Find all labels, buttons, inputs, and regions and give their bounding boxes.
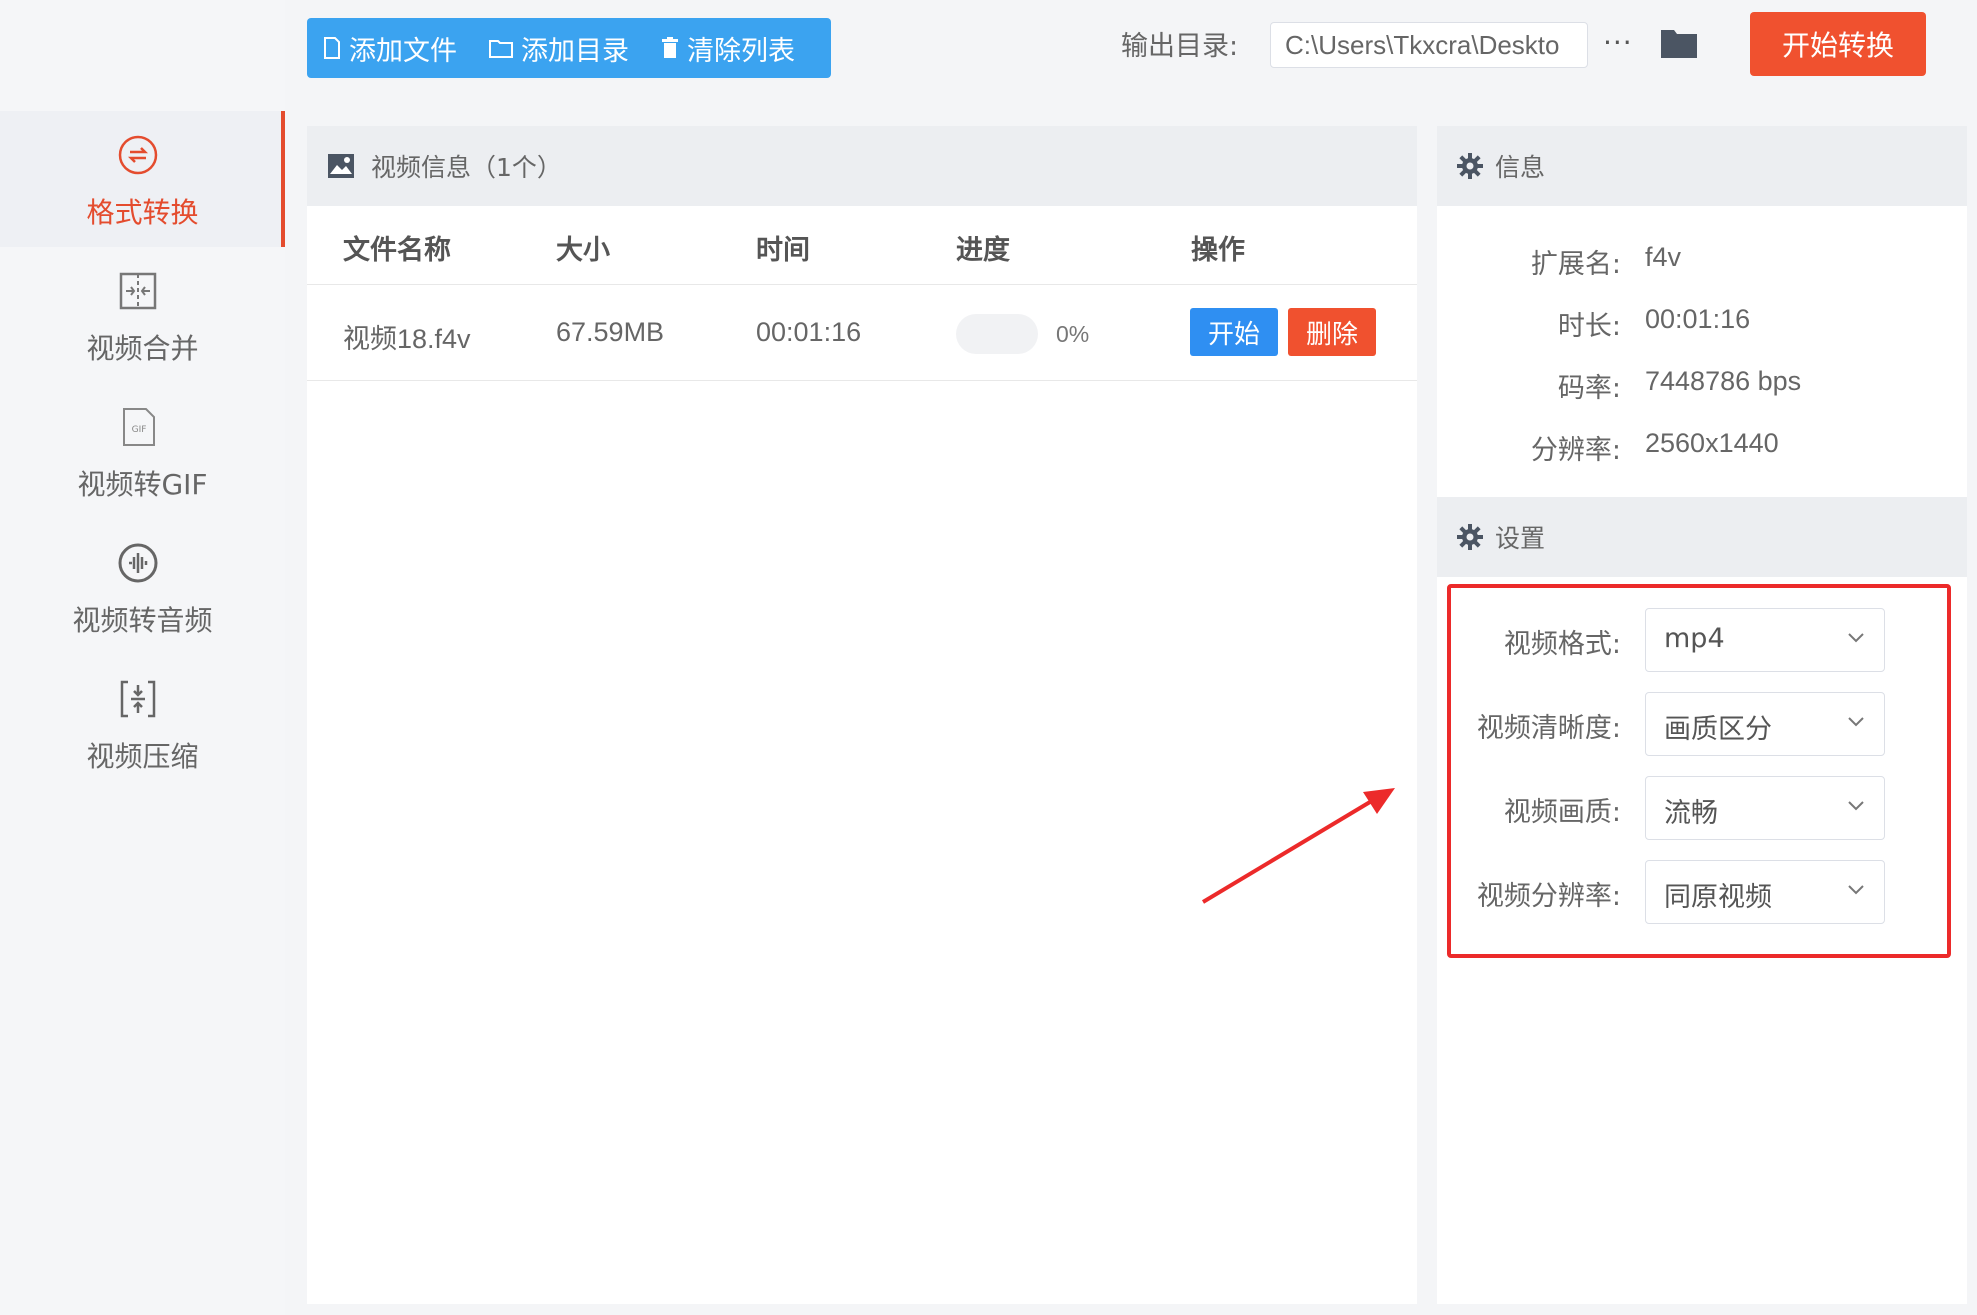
video-info-panel: 视频信息（1个） <box>307 126 1417 1304</box>
col-header-actions: 操作 <box>1191 235 1245 266</box>
clear-list-button[interactable]: 清除列表 <box>645 18 811 78</box>
active-indicator <box>281 111 285 247</box>
info-value-bitrate: 7448786 bps <box>1645 366 1802 396</box>
browse-more-button[interactable]: ··· <box>1603 26 1633 59</box>
nav-label-video-to-gif: 视频转GIF <box>77 468 208 501</box>
nav-label-video-to-audio: 视频转音频 <box>72 604 213 637</box>
nav-item-video-compress[interactable]: 视频压缩 <box>0 655 285 791</box>
info-key-extension: 扩展名: <box>1530 249 1621 280</box>
gear-icon <box>1457 153 1483 179</box>
row-divider <box>307 380 1417 381</box>
nav-label-format-convert: 格式转换 <box>86 196 199 229</box>
nav-label-video-compress: 视频压缩 <box>86 740 199 773</box>
file-time-cell: 00:01:16 <box>756 317 862 347</box>
add-directory-button[interactable]: 添加目录 <box>473 18 645 78</box>
file-size-cell: 67.59MB <box>556 317 665 347</box>
gif-icon: GIF <box>123 408 155 446</box>
output-dir-input[interactable]: C:\Users\Tkxcra\Deskto <box>1270 22 1588 68</box>
info-key-resolution: 分辨率: <box>1530 435 1621 466</box>
folder-icon[interactable] <box>1660 27 1698 59</box>
video-panel-header: 视频信息（1个） <box>307 126 1417 206</box>
svg-text:GIF: GIF <box>132 425 147 435</box>
nav-item-format-convert[interactable]: 格式转换 <box>0 111 285 247</box>
nav-label-video-merge: 视频合并 <box>86 332 199 365</box>
progress-bar <box>956 314 1038 354</box>
nav-item-video-to-audio[interactable]: 视频转音频 <box>0 519 285 655</box>
col-header-size: 大小 <box>556 235 610 266</box>
image-icon <box>328 154 354 178</box>
add-file-label: 添加文件 <box>349 35 457 67</box>
info-key-duration: 时长: <box>1557 311 1621 342</box>
info-panel-title: 信息 <box>1495 153 1546 182</box>
folder-outline-icon <box>489 40 513 58</box>
info-value-resolution: 2560x1440 <box>1645 428 1779 458</box>
video-panel-title: 视频信息（1个） <box>371 153 562 182</box>
info-value-extension: f4v <box>1645 242 1682 272</box>
output-dir-label: 输出目录: <box>1121 31 1239 62</box>
info-panel-header: 信息 <box>1437 126 1967 206</box>
nav-item-video-merge[interactable]: 视频合并 <box>0 247 285 383</box>
settings-panel-title: 设置 <box>1495 524 1546 553</box>
row-delete-button[interactable]: 删除 <box>1288 308 1376 356</box>
merge-icon <box>119 272 157 310</box>
compress-icon <box>120 680 156 718</box>
settings-gear-icon <box>1457 524 1483 550</box>
format-convert-icon <box>118 135 158 175</box>
file-icon <box>324 37 340 59</box>
start-convert-button[interactable]: 开始转换 <box>1750 12 1926 76</box>
trash-icon <box>662 37 678 58</box>
annotation-arrow-icon <box>1201 788 1395 904</box>
file-name-cell: 视频18.f4v <box>343 324 471 354</box>
progress-text: 0% <box>1056 321 1090 347</box>
add-file-button[interactable]: 添加文件 <box>307 18 473 78</box>
col-header-progress: 进度 <box>956 235 1010 266</box>
header-divider <box>307 284 1417 285</box>
col-header-time: 时间 <box>756 235 810 266</box>
info-value-duration: 00:01:16 <box>1645 304 1751 334</box>
info-key-bitrate: 码率: <box>1557 373 1621 404</box>
settings-panel-header: 设置 <box>1437 497 1967 577</box>
audio-icon <box>118 543 158 583</box>
clear-list-label: 清除列表 <box>687 35 795 67</box>
highlight-box <box>1447 584 1951 958</box>
toolbar-button-group: 添加文件 添加目录 清除列表 <box>307 18 831 78</box>
add-directory-label: 添加目录 <box>521 35 629 67</box>
sidebar: 格式转换 视频合并 GIF 视频转GIF 视频转音频 视频压缩 <box>0 0 285 1315</box>
nav-item-video-to-gif[interactable]: GIF 视频转GIF <box>0 383 285 519</box>
row-start-button[interactable]: 开始 <box>1190 308 1278 356</box>
col-header-name: 文件名称 <box>343 235 451 266</box>
